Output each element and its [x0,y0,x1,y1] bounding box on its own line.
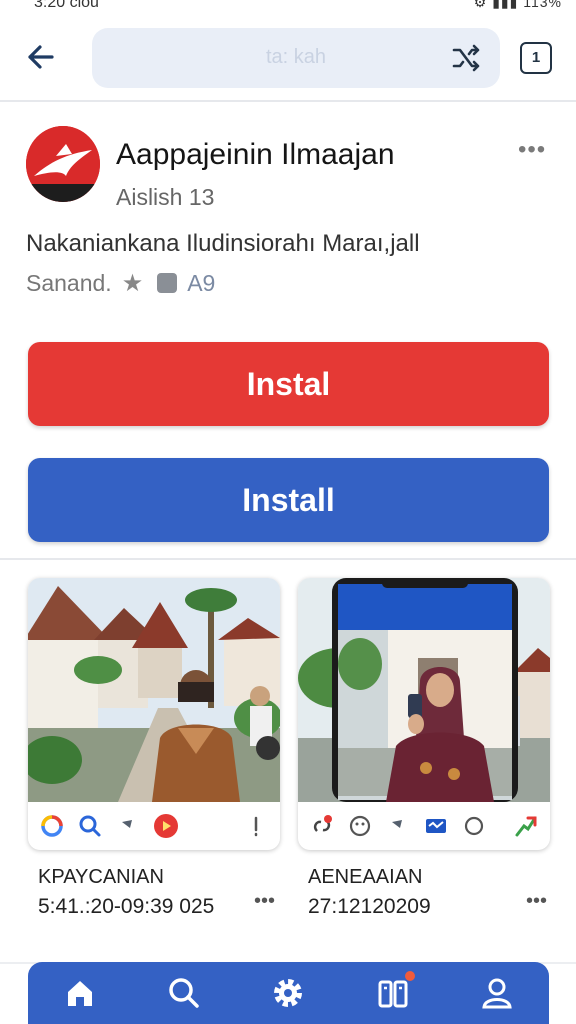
screenshot-subtitle: 27:12120209 [308,895,431,918]
settings-icon [274,979,303,1007]
notification-badge [404,971,415,981]
more-options-icon[interactable]: ••• [518,136,546,164]
google-icon[interactable] [40,814,64,838]
bottom-nav [28,962,549,1024]
library-icon [378,980,408,1008]
screenshot-image [298,578,550,802]
emoji-icon[interactable] [348,814,372,838]
info-icon[interactable] [244,814,268,838]
content-rating-icon [157,273,178,293]
screenshot-subtitle: 5:41.:20-09:39 025 [38,895,215,918]
status-time: 3:20 clou [34,0,99,11]
more-options-icon[interactable]: ••• [254,890,275,913]
more-options-icon[interactable]: ••• [526,890,547,913]
nav-library[interactable] [375,971,415,1011]
app-meta-row: Sanand. ★ A9 [26,268,215,298]
play-icon[interactable] [154,814,178,838]
age-rating: A9 [187,269,216,296]
search-icon [169,978,200,1008]
screenshot-card[interactable] [28,578,280,850]
app-logo-icon [26,126,100,202]
shuffle-icon [452,44,480,72]
screenshot-title: KPAYCANIAN [38,866,164,888]
app-title: Aappajeinin Ilmaajan [116,138,395,171]
url-text: ta: kah [265,46,327,68]
screenshot-title: AENEAAIAN [308,866,423,888]
screenshot-image [28,578,280,802]
app-subtitle: Aislish 13 [116,184,215,210]
tag-icon[interactable] [116,814,140,838]
install-button-red[interactable]: Instal [28,342,549,426]
install-button-blue[interactable]: Install [28,458,549,542]
rating-label: Sanand. [26,269,112,296]
circle-icon[interactable] [462,814,486,838]
back-arrow-icon [28,45,54,69]
nav-search[interactable] [166,975,202,1011]
link-icon[interactable] [310,814,334,838]
trend-arrow-icon[interactable] [514,814,538,838]
status-icons: ⚙ ▮▮▮ 113% [473,0,562,10]
top-bar: ta: kah 1 [0,20,576,102]
shuffle-button[interactable] [450,42,482,74]
search-icon[interactable] [78,814,102,838]
section-divider [0,558,576,560]
star-icon: ★ [121,269,144,297]
screenshot-card[interactable] [298,578,550,850]
tabs-button[interactable]: 1 [520,42,552,74]
profile-icon [482,978,512,1009]
url-bar[interactable]: ta: kah [92,28,500,88]
tag-icon[interactable] [386,814,410,838]
status-bar: 3:20 clou ⚙ ▮▮▮ 113% [0,0,576,14]
card-action-bar [298,802,550,850]
nav-settings[interactable] [270,975,306,1011]
mail-icon[interactable] [424,814,448,838]
app-description: Nakaniankana Iludinsiorahı Maraı,jall [26,230,420,257]
nav-profile[interactable] [479,975,515,1011]
back-button[interactable] [22,38,60,76]
nav-home[interactable] [62,975,98,1011]
home-icon [68,981,93,1006]
app-logo [26,126,100,202]
card-action-bar [28,802,280,850]
